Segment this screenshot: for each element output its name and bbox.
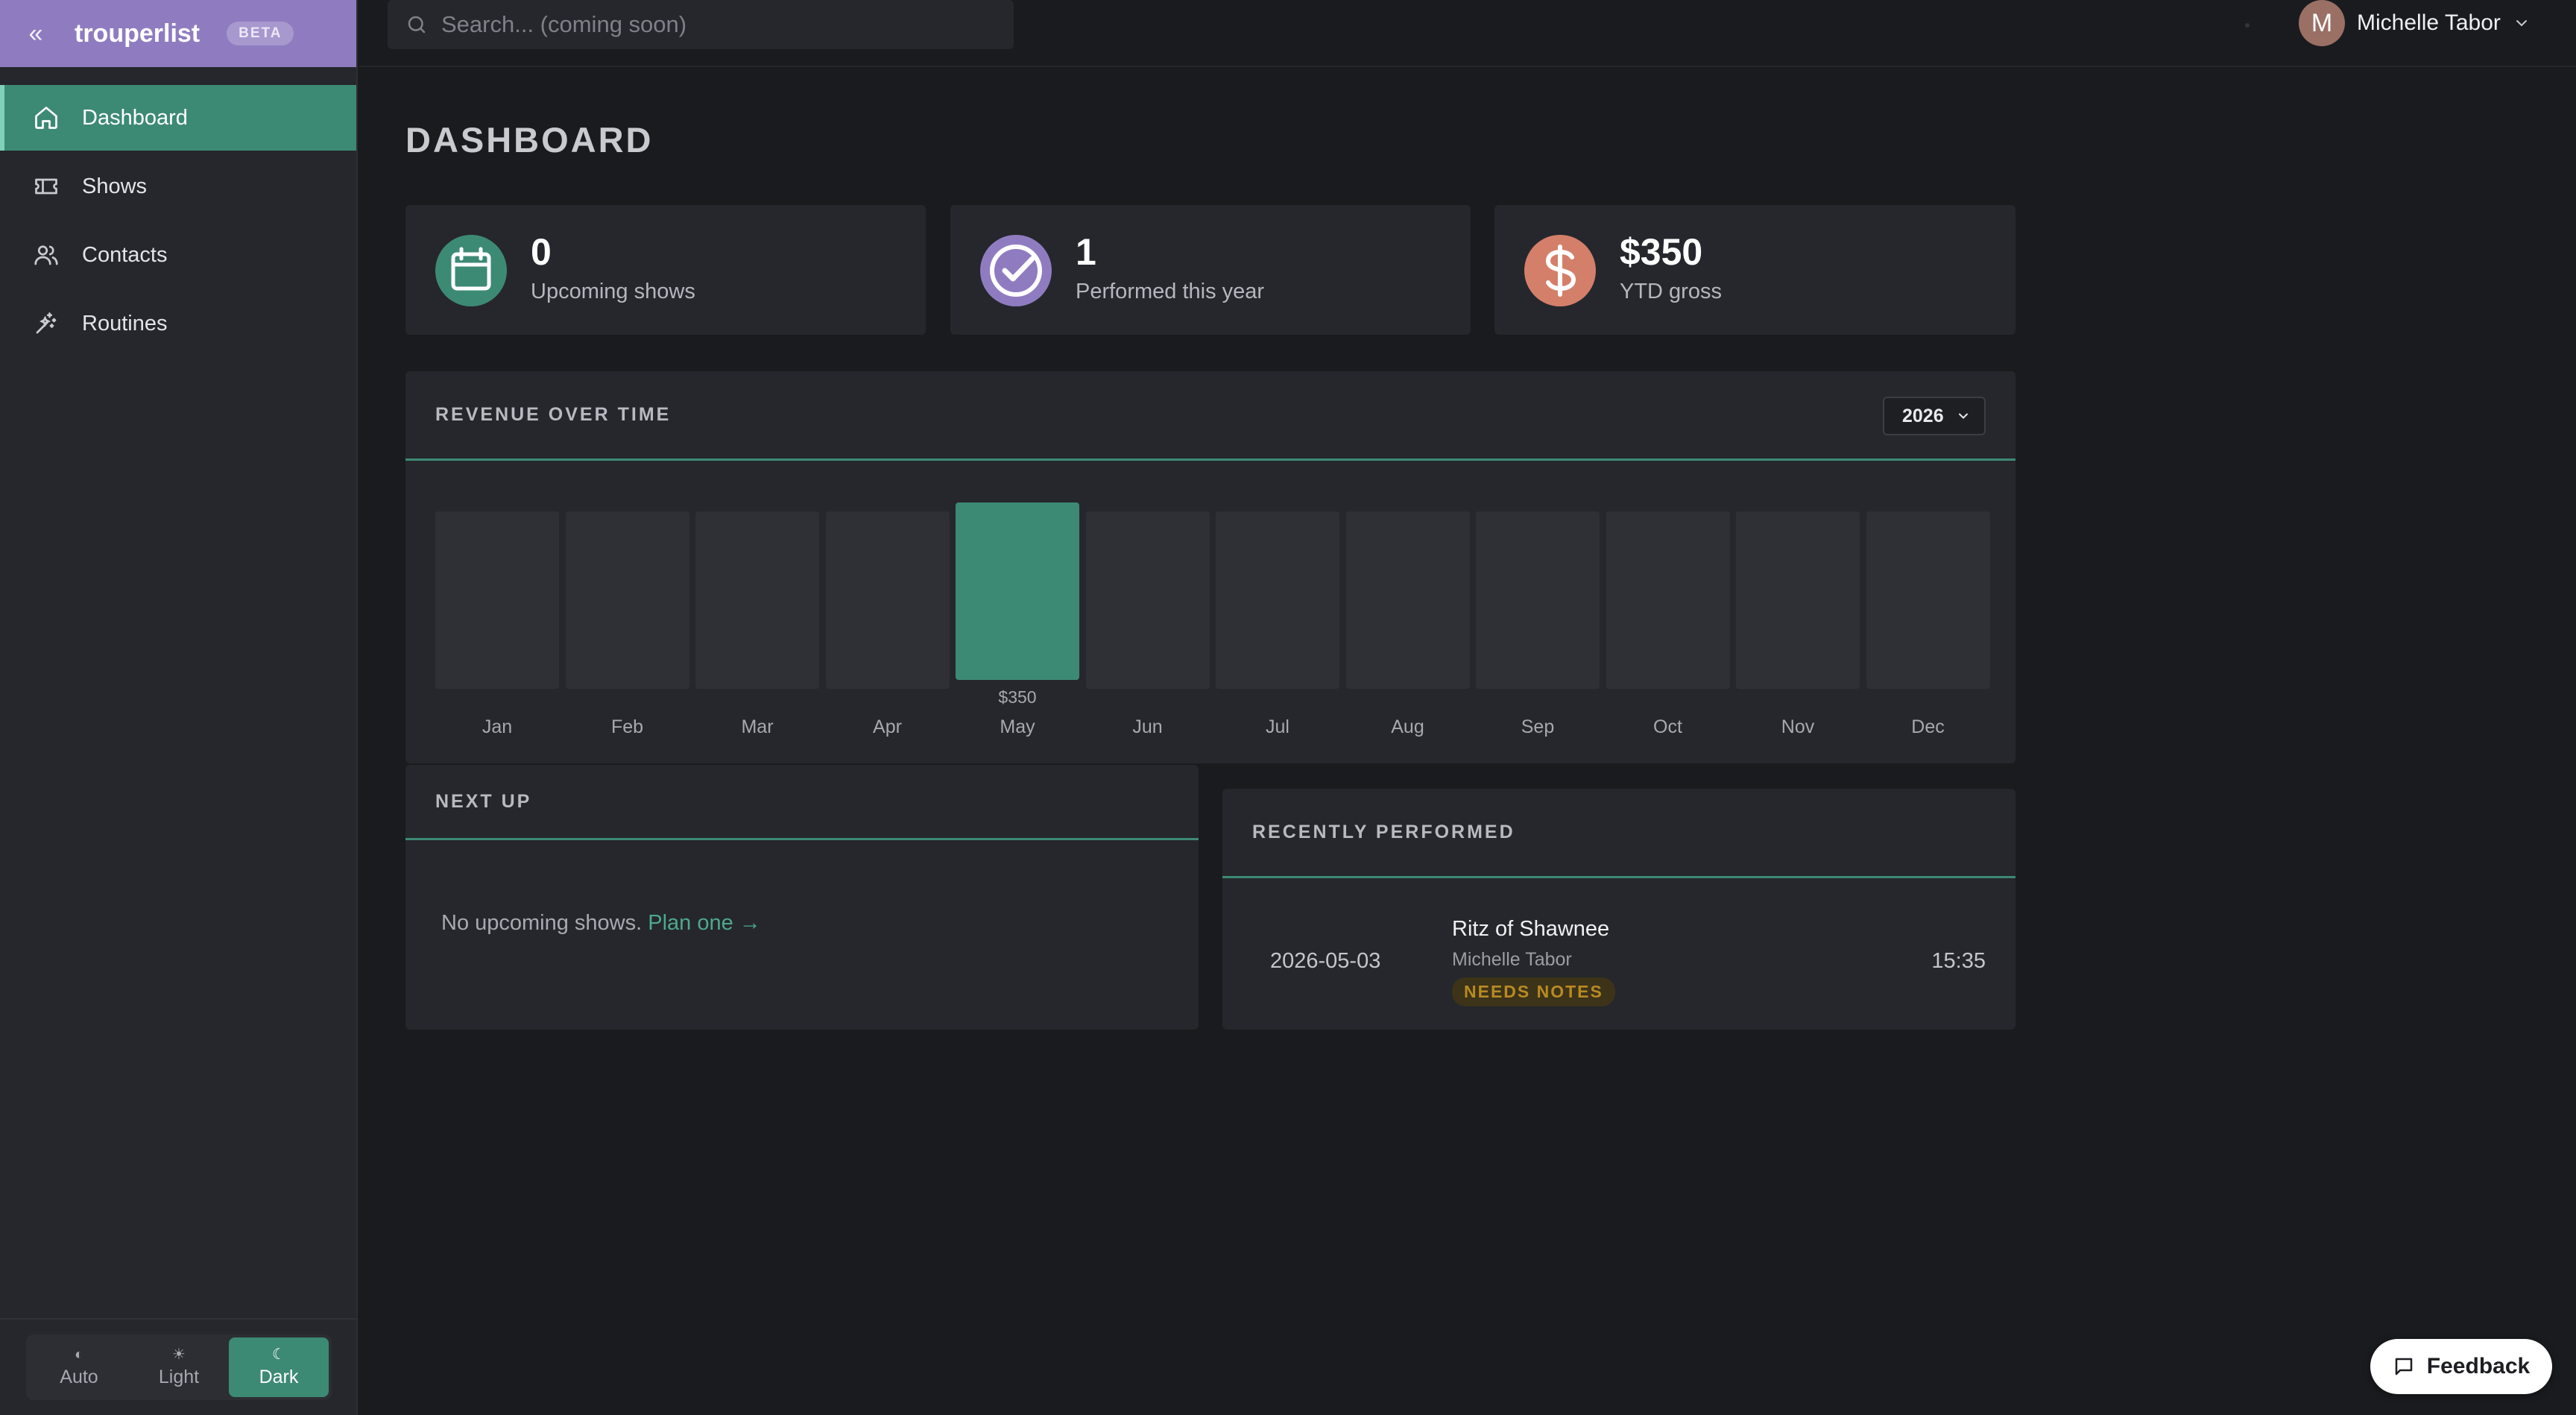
- chart-month-label: Aug: [1391, 716, 1424, 737]
- next-up-title: NEXT UP: [405, 765, 1199, 840]
- chart-bar-jul[interactable]: [1216, 511, 1339, 689]
- empty-text: No upcoming shows.: [441, 911, 643, 935]
- ticket-icon: [35, 178, 57, 195]
- sidebar-nav: Dashboard Shows Contacts Routines: [0, 85, 356, 356]
- chart-month-label: Mar: [741, 716, 774, 737]
- performed-date: 2026-05-03: [1270, 949, 1381, 973]
- chart-bar-mar[interactable]: [695, 511, 819, 689]
- chart-bar-may[interactable]: [956, 502, 1079, 680]
- feedback-label: Feedback: [2426, 1354, 2531, 1378]
- search-input[interactable]: Search... (coming soon): [388, 0, 1014, 49]
- chart-bar-jun[interactable]: [1085, 511, 1210, 689]
- sidebar-item-routines[interactable]: Routines: [0, 291, 356, 356]
- chart-month-label: May: [1000, 716, 1035, 737]
- sidebar-item-label: Routines: [82, 311, 168, 335]
- chart-month-label: Jul: [1266, 716, 1289, 737]
- calendar-icon: [435, 235, 507, 306]
- sidebar-item-dashboard[interactable]: Dashboard: [0, 85, 356, 151]
- stat-label: Performed this year: [1076, 280, 1265, 303]
- chart-month-label: Jan: [482, 716, 513, 737]
- moon-icon: ☾: [272, 1346, 285, 1363]
- stat-label: Upcoming shows: [531, 280, 695, 303]
- brand-bar: « trouperlist BETA: [0, 0, 356, 67]
- sidebar-item-label: Shows: [82, 174, 148, 198]
- stat-card-ytd: $350 YTD gross: [1494, 205, 2015, 335]
- beta-badge: BETA: [227, 22, 294, 45]
- app-name[interactable]: trouperlist: [75, 19, 200, 48]
- sidebar-item-contacts[interactable]: Contacts: [0, 222, 356, 288]
- chat-bubble-icon: [2395, 1358, 2413, 1375]
- chart-bar-oct[interactable]: [1606, 511, 1730, 689]
- chart-bar-sep[interactable]: [1476, 511, 1600, 689]
- search-icon: [408, 16, 426, 34]
- sidebar-item-label: Dashboard: [82, 105, 188, 130]
- stat-label: YTD gross: [1620, 280, 1722, 303]
- plan-show-link[interactable]: Plan one →: [648, 911, 761, 935]
- next-up-card: NEXT UP No upcoming shows. Plan one →: [405, 765, 1199, 1030]
- stat-card-upcoming: 0 Upcoming shows: [405, 205, 926, 335]
- stat-value: 0: [531, 231, 552, 273]
- performed-performer: Michelle Tabor: [1452, 949, 1572, 970]
- year-value: 2026: [1902, 405, 1944, 426]
- theme-toggle-group: ◐ Auto ☀ Light ☾ Dark: [26, 1334, 332, 1400]
- sparkle-wand-icon: [36, 312, 57, 334]
- chart-bar-feb[interactable]: [565, 511, 689, 689]
- check-circle-icon: [980, 235, 1052, 306]
- stat-value: $350: [1620, 231, 1703, 273]
- user-name: Michelle Tabor: [2357, 10, 2501, 35]
- theme-label: Dark: [259, 1366, 299, 1387]
- revenue-card-title: REVENUE OVER TIME: [405, 371, 2015, 461]
- chart-value-label: $350: [998, 687, 1037, 707]
- status-dot: [2245, 23, 2250, 28]
- chart-month-label: Feb: [610, 716, 644, 737]
- theme-dark-button[interactable]: ☾ Dark: [229, 1337, 329, 1397]
- year-select[interactable]: 2026: [1883, 397, 1986, 435]
- chevron-down-icon: [2516, 20, 2527, 27]
- chart-month-label: Sep: [1521, 716, 1555, 737]
- theme-auto-button[interactable]: ◐ Auto: [29, 1337, 129, 1397]
- user-menu[interactable]: M Michelle Tabor: [2299, 0, 2531, 46]
- users-icon: [34, 245, 58, 265]
- status-badge: NEEDS NOTES: [1452, 977, 1615, 1006]
- chevron-down-icon: [1958, 413, 1968, 419]
- chart-bar-jan[interactable]: [435, 511, 559, 689]
- chart-month-label: Apr: [873, 716, 902, 737]
- avatar: M: [2299, 0, 2345, 46]
- performed-row[interactable]: 2026-05-03 Ritz of Shawnee Michelle Tabo…: [1222, 878, 2015, 1043]
- stat-card-performed: 1 Performed this year: [950, 205, 1471, 335]
- theme-label: Auto: [60, 1366, 98, 1387]
- chart-month-label: Dec: [1911, 716, 1945, 737]
- sidebar-item-shows[interactable]: Shows: [0, 154, 356, 219]
- stat-value: 1: [1076, 231, 1096, 273]
- dollar-icon: [1524, 235, 1596, 306]
- sun-icon: ☀: [172, 1346, 186, 1363]
- empty-state: No upcoming shows. Plan one →: [441, 911, 761, 936]
- collapse-sidebar-icon[interactable]: «: [27, 19, 45, 48]
- chart-month-label: Nov: [1781, 716, 1815, 737]
- performed-venue: Ritz of Shawnee: [1452, 917, 1610, 941]
- performed-time: 15:35: [1931, 949, 1986, 973]
- theme-switcher: ◐ Auto ☀ Light ☾ Dark: [0, 1318, 358, 1415]
- revenue-card: REVENUE OVER TIME 2026 Jan Feb Mar Apr $350 M…: [405, 371, 2015, 763]
- page-title: DASHBOARD: [405, 120, 654, 160]
- search-placeholder: Search... (coming soon): [441, 11, 687, 37]
- recently-performed-card: RECENTLY PERFORMED 2026-05-03 Ritz of Sh…: [1222, 789, 2015, 1030]
- theme-label: Light: [158, 1366, 200, 1387]
- chart-bar-aug[interactable]: [1345, 511, 1470, 689]
- half-circle-icon: ◐: [74, 1346, 84, 1363]
- topbar: Search... (coming soon) M Michelle Tabor: [359, 0, 2576, 67]
- chart-month-label: Oct: [1653, 716, 1682, 737]
- home-icon: [35, 107, 57, 129]
- chart-bar-dec[interactable]: [1866, 511, 1990, 689]
- recently-performed-title: RECENTLY PERFORMED: [1222, 789, 2015, 878]
- sidebar-item-label: Contacts: [82, 242, 168, 267]
- chart-bar-apr[interactable]: [825, 511, 950, 689]
- theme-light-button[interactable]: ☀ Light: [129, 1337, 229, 1397]
- chart-bar-nov[interactable]: [1736, 511, 1860, 689]
- sidebar: « trouperlist BETA Dashboard Shows Conta…: [0, 0, 358, 1415]
- chart-month-label: Jun: [1132, 716, 1163, 737]
- feedback-button[interactable]: Feedback: [2370, 1339, 2552, 1394]
